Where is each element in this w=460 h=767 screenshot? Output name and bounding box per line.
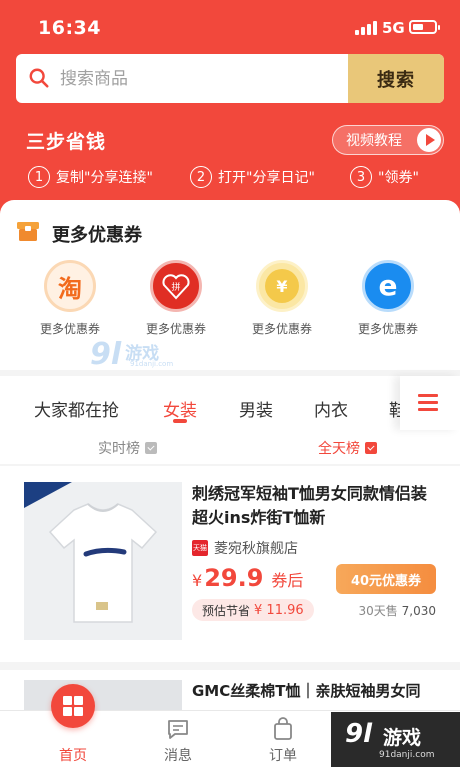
taobao-icon: 淘: [44, 260, 96, 312]
home-icon[interactable]: [51, 684, 95, 728]
coupon-button[interactable]: 40元优惠券: [336, 564, 436, 594]
checkbox-icon: [145, 442, 157, 454]
watermark-mark: 9l: [90, 336, 122, 372]
step-number: 2: [190, 166, 212, 188]
product-price: ¥ 29.9 券后: [192, 564, 303, 592]
steps-title: 三步省钱: [26, 131, 107, 153]
step-1: 1 复制"分享连接": [28, 166, 153, 188]
video-tutorial-button[interactable]: 视频教程: [332, 125, 444, 155]
search-button[interactable]: 搜索: [348, 54, 444, 103]
savings-amount: ¥ 11.96: [254, 602, 304, 618]
coupon-card: 更多优惠券 淘 更多优惠券 拼 更多优惠券 ¥ 更多优惠券 e 更多优惠券: [0, 200, 460, 370]
tab-mens[interactable]: 男装: [239, 396, 273, 421]
search-bar: 搜索: [16, 54, 444, 103]
product-image: [24, 680, 182, 710]
bag-icon: [274, 717, 292, 740]
step-text: "领券": [378, 170, 419, 186]
savings-label: 预估节省: [202, 603, 251, 618]
sales-label: 30天售: [358, 604, 398, 618]
product-shop[interactable]: 天猫 菱宛秋旗舰店: [192, 538, 298, 558]
price-value: 29.9: [204, 564, 264, 592]
coin-glyph: ¥: [265, 269, 299, 303]
checkbox-icon: [365, 442, 377, 454]
price-suffix: 券后: [271, 571, 304, 590]
product-image: [24, 482, 182, 640]
eleme-icon: e: [362, 260, 414, 312]
rank-realtime-label: 实时榜: [98, 441, 140, 457]
rank-allday[interactable]: 全天榜: [318, 438, 377, 458]
shop-name: 菱宛秋旗舰店: [214, 541, 298, 557]
play-icon: [417, 128, 441, 152]
rank-allday-label: 全天榜: [318, 441, 360, 457]
watermark-mark: 9l: [345, 719, 373, 749]
battery-icon: [409, 20, 440, 34]
tab-underwear[interactable]: 内衣: [314, 396, 348, 421]
watermark-url: 91danji.com: [379, 750, 435, 760]
active-tab-indicator: [173, 419, 187, 423]
heart-icon: 拼: [162, 274, 190, 300]
tshirt-image: [48, 503, 158, 623]
status-bar: 16:34 5G: [0, 0, 460, 46]
price-currency: ¥: [192, 571, 203, 590]
step-2: 2 打开"分享日记": [190, 166, 315, 188]
coupon-label: 更多优惠券: [39, 322, 100, 336]
tmall-badge: 天猫: [192, 540, 208, 556]
product-card[interactable]: 刺绣冠军短袖T恤男女同款情侣装超火ins炸街T恤新 天猫 菱宛秋旗舰店 ¥ 29…: [0, 466, 460, 662]
message-icon: [168, 720, 188, 739]
nav-messages-label: 消息: [164, 748, 192, 764]
coupon-label: 更多优惠券: [145, 322, 206, 336]
svg-text:拼: 拼: [171, 281, 180, 293]
product-title: 刺绣冠军短袖T恤男女同款情侣装超火ins炸街T恤新: [192, 484, 427, 527]
tab-everyone[interactable]: 大家都在抢: [34, 396, 119, 421]
coupon-card-title: 更多优惠券: [52, 225, 142, 246]
eleme-glyph: e: [378, 269, 398, 302]
site-watermark-top: 9l 游戏 91danji.com: [90, 336, 173, 372]
watermark-url: 91danji.com: [130, 360, 174, 368]
nav-orders[interactable]: 订单: [243, 711, 323, 767]
coupon-pinduoduo[interactable]: 拼 更多优惠券: [131, 260, 221, 337]
status-time: 16:34: [38, 17, 101, 39]
sales-count: 30天售 7,030: [359, 602, 436, 619]
watermark-text: 游戏: [383, 727, 422, 749]
search-input[interactable]: [60, 54, 346, 103]
step-text: 复制"分享连接": [56, 170, 153, 186]
rank-realtime[interactable]: 实时榜: [98, 438, 157, 458]
step-text: 打开"分享日记": [218, 170, 315, 186]
pinduoduo-icon: 拼: [150, 260, 202, 312]
step-number: 3: [350, 166, 372, 188]
video-tutorial-label: 视频教程: [346, 133, 402, 149]
category-tabs: 大家都在抢 女装 男装 内衣 鞋 实时榜 全天榜: [0, 376, 460, 464]
coupon-label: 更多优惠券: [251, 322, 312, 336]
sales-value: 7,030: [401, 604, 436, 618]
coupon-coin[interactable]: ¥ 更多优惠券: [237, 260, 327, 337]
coupon-taobao[interactable]: 淘 更多优惠券: [25, 260, 115, 337]
product-title: GMC丝柔棉T恤｜亲肤短袖男女同: [192, 682, 421, 700]
nav-home-label: 首页: [59, 748, 87, 764]
taobao-glyph: 淘: [58, 274, 82, 303]
nav-messages[interactable]: 消息: [138, 711, 218, 767]
coupon-label: 更多优惠券: [357, 322, 418, 336]
coin-icon: ¥: [256, 260, 308, 312]
signal-icon: [355, 21, 377, 35]
site-watermark: 9l 游戏 91danji.com: [331, 712, 460, 767]
savings-badge: 预估节省 ¥ 11.96: [192, 599, 314, 621]
tab-womens[interactable]: 女装: [163, 396, 197, 421]
nav-orders-label: 订单: [269, 748, 297, 764]
coupon-box-icon: [17, 222, 39, 241]
step-number: 1: [28, 166, 50, 188]
network-type: 5G: [382, 19, 405, 37]
coupon-eleme[interactable]: e 更多优惠券: [343, 260, 433, 337]
search-icon: [29, 68, 49, 88]
menu-icon[interactable]: [400, 376, 460, 430]
step-3: 3 "领券": [350, 166, 419, 188]
